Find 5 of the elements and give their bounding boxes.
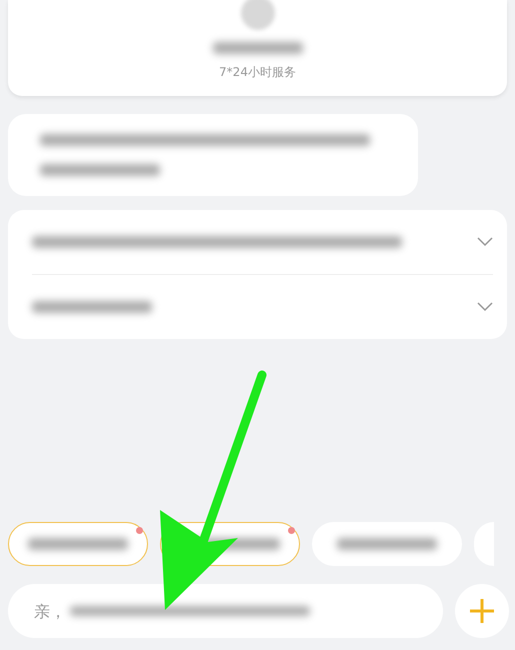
quick-chip[interactable] xyxy=(8,522,148,566)
input-field[interactable]: 亲， xyxy=(32,600,66,622)
avatar xyxy=(240,0,274,30)
service-hours: 7*24小时服务 xyxy=(219,64,296,81)
plus-icon xyxy=(468,597,496,625)
